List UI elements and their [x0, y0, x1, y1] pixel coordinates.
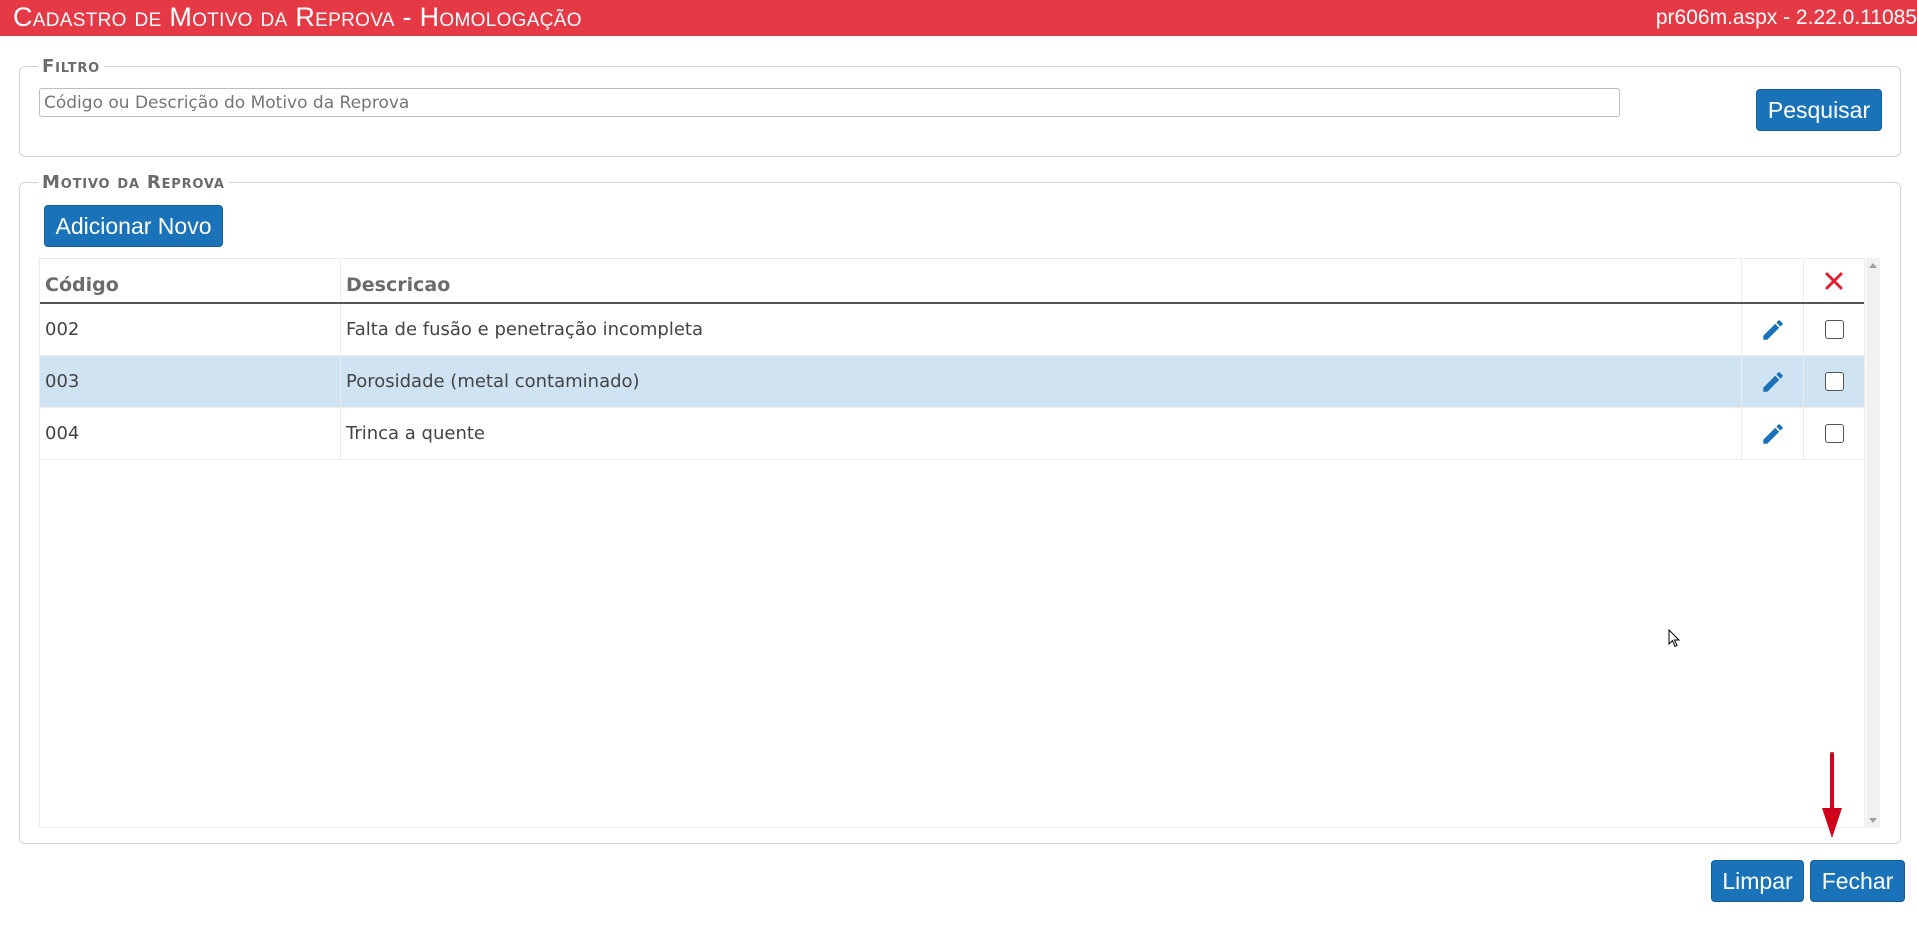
table-scrollbar[interactable]: [1866, 258, 1880, 828]
cell-select: [1804, 304, 1864, 355]
search-button[interactable]: Pesquisar: [1756, 89, 1882, 131]
edit-button[interactable]: [1742, 356, 1804, 407]
page-title: Cadastro de Motivo da Reprova - Homologa…: [13, 2, 582, 32]
close-button[interactable]: Fechar: [1810, 860, 1905, 902]
pencil-icon[interactable]: [1760, 421, 1786, 447]
pencil-icon[interactable]: [1760, 369, 1786, 395]
cell-codigo: 004: [40, 408, 341, 459]
pencil-icon[interactable]: [1760, 317, 1786, 343]
close-icon[interactable]: [1824, 271, 1844, 291]
version-label: pr606m.aspx - 2.22.0.11085: [1655, 6, 1917, 29]
column-header-edit: [1742, 259, 1804, 302]
scroll-down-icon[interactable]: [1869, 818, 1877, 823]
edit-button[interactable]: [1742, 304, 1804, 355]
column-header-codigo[interactable]: Código: [40, 259, 341, 302]
edit-button[interactable]: [1742, 408, 1804, 459]
motivo-table: Código Descricao 002 Falta de fusão e pe…: [39, 258, 1865, 828]
cell-descricao: Trinca a quente: [341, 408, 1742, 459]
cell-codigo: 002: [40, 304, 341, 355]
row-checkbox[interactable]: [1824, 320, 1844, 339]
column-header-descricao[interactable]: Descricao: [341, 259, 1742, 302]
add-new-button[interactable]: Adicionar Novo: [44, 205, 223, 247]
row-checkbox[interactable]: [1824, 424, 1844, 443]
table-row[interactable]: 004 Trinca a quente: [40, 408, 1864, 460]
title-bar: Cadastro de Motivo da Reprova - Homologa…: [0, 0, 1917, 36]
motivo-legend: Motivo da Reprova: [42, 172, 225, 193]
cell-descricao: Falta de fusão e penetração incompleta: [341, 304, 1742, 355]
cell-select: [1804, 408, 1864, 459]
cell-descricao: Porosidade (metal contaminado): [341, 356, 1742, 407]
cell-select: [1804, 356, 1864, 407]
delete-selected-button[interactable]: [1804, 259, 1864, 302]
scroll-up-icon[interactable]: [1869, 263, 1877, 268]
clear-button[interactable]: Limpar: [1711, 860, 1804, 902]
filter-legend: Filtro: [42, 56, 100, 77]
cell-codigo: 003: [40, 356, 341, 407]
search-input[interactable]: [39, 88, 1620, 117]
table-row[interactable]: 002 Falta de fusão e penetração incomple…: [40, 304, 1864, 356]
row-checkbox[interactable]: [1824, 372, 1844, 391]
annotation-arrow-icon: [1822, 752, 1842, 838]
table-row[interactable]: 003 Porosidade (metal contaminado): [40, 356, 1864, 408]
table-header: Código Descricao: [40, 259, 1864, 304]
mouse-cursor-icon: [1668, 629, 1681, 648]
